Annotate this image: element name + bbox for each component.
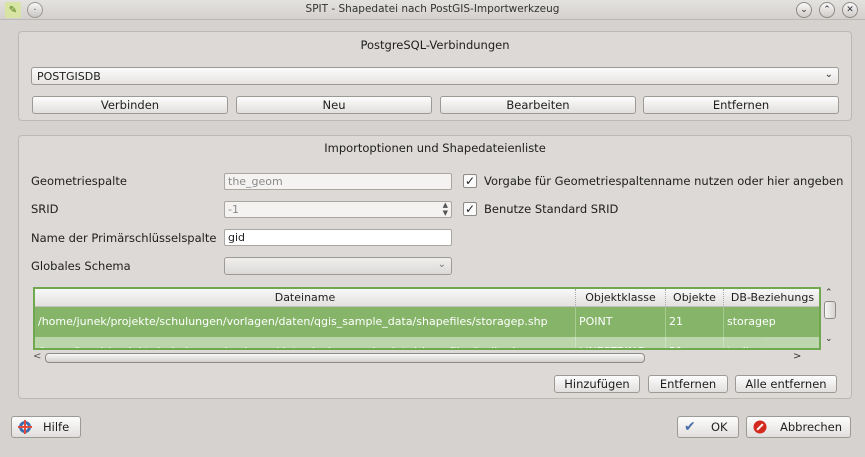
primary-key-input[interactable]: gid: [224, 229, 452, 246]
cell-count: 21: [666, 337, 724, 348]
horizontal-scroll-thumb[interactable]: [45, 353, 645, 363]
vertical-scroll-thumb[interactable]: [824, 301, 836, 319]
scroll-left-icon[interactable]: <: [33, 351, 41, 362]
close-button[interactable]: ✕: [842, 2, 858, 18]
column-header-filename[interactable]: Dateiname: [35, 289, 576, 307]
window-title: SPIT - Shapedatei nach PostGIS-Importwer…: [305, 3, 560, 15]
table-vertical-scrollbar[interactable]: ⌃ ⌄: [823, 288, 837, 350]
srid-spinbox[interactable]: -1 ▲ ▼: [224, 201, 452, 218]
scroll-right-icon[interactable]: >: [793, 351, 801, 362]
cell-filename: /home/junek/projekte/schulungen/vorlagen…: [35, 337, 576, 348]
cancel-button-label: Abbrechen: [780, 420, 842, 434]
remove-connection-button[interactable]: Entfernen: [643, 96, 839, 114]
spin-arrows-icon[interactable]: ▲ ▼: [443, 201, 448, 217]
chevron-down-icon: ⌄: [437, 259, 446, 270]
table-header: Dateiname Objektklasse Objekte DB-Bezieh…: [35, 289, 819, 307]
minimize-button[interactable]: ⌄: [796, 2, 812, 18]
schema-select[interactable]: ⌄: [224, 257, 452, 275]
cell-class: POINT: [576, 307, 666, 337]
table-row[interactable]: /home/junek/projekte/schulungen/vorlagen…: [35, 307, 819, 337]
cell-count: 21: [666, 307, 724, 337]
import-options-title: Importoptionen und Shapedateienliste: [324, 141, 546, 155]
help-button-label: Hilfe: [43, 420, 70, 434]
chevron-down-icon: ⌄: [824, 69, 833, 80]
remove-file-button[interactable]: Entfernen: [648, 375, 728, 393]
add-file-button[interactable]: Hinzufügen: [554, 375, 640, 393]
srid-value: -1: [228, 203, 239, 216]
new-connection-button[interactable]: Neu: [236, 96, 432, 114]
shapefile-table[interactable]: Dateiname Objektklasse Objekte DB-Bezieh…: [33, 287, 821, 350]
column-header-class[interactable]: Objektklasse: [576, 289, 666, 307]
connections-group: PostgreSQL-Verbindungen POSTGISDB ⌄ Verb…: [18, 31, 852, 121]
use-default-geometry-label: Vorgabe für Geometriespaltenname nutzen …: [484, 174, 844, 188]
remove-all-files-button[interactable]: Alle entfernen: [735, 375, 837, 393]
use-default-srid-label: Benutze Standard SRID: [484, 202, 619, 216]
geometry-column-label: Geometriespalte: [31, 174, 127, 188]
column-header-relation[interactable]: DB-Beziehungs: [724, 289, 819, 307]
geometry-column-input[interactable]: the_geom: [224, 173, 452, 190]
checkmark-icon: ✔: [684, 419, 696, 435]
connection-select[interactable]: POSTGISDB ⌄: [31, 67, 839, 85]
cell-relation: trails: [724, 337, 819, 348]
scroll-down-icon[interactable]: ⌄: [825, 334, 833, 344]
cancel-button[interactable]: Abbrechen: [746, 416, 851, 438]
ok-button-label: OK: [711, 420, 728, 434]
ok-button[interactable]: ✔ OK: [677, 416, 739, 438]
connect-button[interactable]: Verbinden: [32, 96, 228, 114]
use-default-geometry-checkbox[interactable]: ✓: [463, 174, 477, 188]
cancel-icon: [753, 420, 767, 434]
connection-select-value: POSTGISDB: [37, 70, 101, 83]
cell-relation: storagep: [727, 315, 776, 328]
schema-label: Globales Schema: [31, 259, 131, 273]
primary-key-label: Name der Primärschlüsselspalte: [31, 231, 217, 245]
srid-label: SRID: [31, 202, 59, 216]
connections-group-title: PostgreSQL-Verbindungen: [360, 38, 510, 52]
maximize-button[interactable]: ⌃: [819, 2, 835, 18]
edit-connection-button[interactable]: Bearbeiten: [440, 96, 636, 114]
scroll-up-icon[interactable]: ⌃: [825, 288, 833, 298]
title-bar: ✎ · SPIT - Shapedatei nach PostGIS-Impor…: [0, 0, 865, 20]
help-icon: [18, 420, 32, 434]
table-horizontal-scrollbar[interactable]: < >: [33, 351, 823, 365]
help-button[interactable]: Hilfe: [11, 416, 81, 438]
column-header-count[interactable]: Objekte: [666, 289, 724, 307]
cell-filename: /home/junek/projekte/schulungen/vorlagen…: [35, 307, 576, 337]
cell-class: LINESTRING: [576, 337, 666, 348]
table-row[interactable]: /home/junek/projekte/schulungen/vorlagen…: [35, 337, 819, 348]
use-default-srid-checkbox[interactable]: ✓: [463, 202, 477, 216]
